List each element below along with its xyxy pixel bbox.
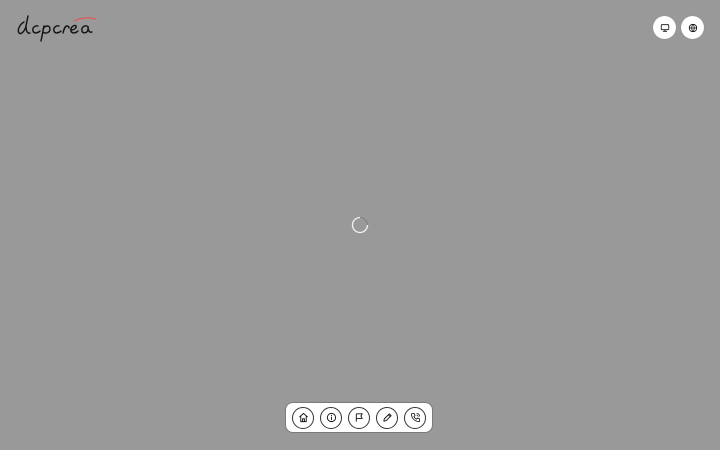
phone-icon xyxy=(410,412,420,423)
flag-button[interactable] xyxy=(348,406,370,429)
brand-logo[interactable]: dcpcrea xyxy=(14,12,100,44)
home-button[interactable] xyxy=(292,406,314,429)
page: dcpcrea xyxy=(0,0,720,450)
bottom-dock xyxy=(285,402,433,433)
contact-button[interactable] xyxy=(404,406,426,429)
loading-spinner xyxy=(351,216,369,234)
header-actions xyxy=(653,16,704,39)
language-button[interactable] xyxy=(681,16,704,39)
logo-text: dcpcrea xyxy=(14,44,15,45)
flag-icon xyxy=(355,413,363,422)
loading-spinner-icon xyxy=(351,216,369,234)
edit-button[interactable] xyxy=(376,406,398,429)
pencil-icon xyxy=(382,413,392,422)
logo-wordmark-icon xyxy=(17,15,97,42)
home-icon xyxy=(298,412,308,423)
info-button[interactable] xyxy=(320,406,342,429)
monitor-icon xyxy=(660,23,669,32)
info-icon xyxy=(326,412,336,423)
desktop-view-button[interactable] xyxy=(653,16,676,39)
globe-icon xyxy=(688,23,697,32)
